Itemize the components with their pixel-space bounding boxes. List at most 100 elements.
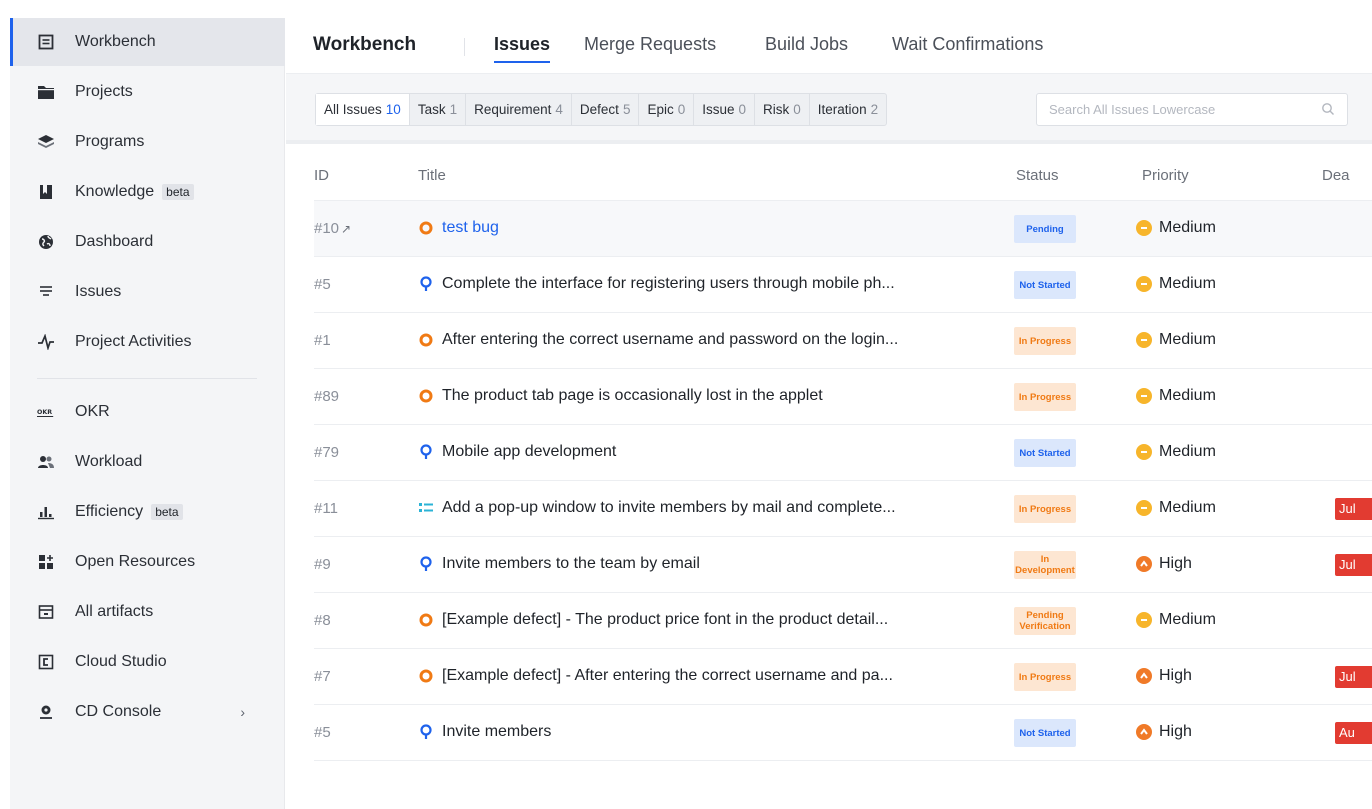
table-row[interactable]: #7 [Example defect] - After entering the…: [314, 649, 1372, 705]
issue-id[interactable]: #7: [314, 668, 331, 685]
filter-epic[interactable]: Epic 0: [639, 94, 695, 125]
status-badge[interactable]: In Progress: [1014, 663, 1076, 691]
tab-wait-confirmations[interactable]: Wait Confirmations: [892, 34, 1043, 55]
issue-title[interactable]: Mobile app development: [418, 443, 978, 461]
priority-medium-icon: [1136, 444, 1152, 460]
filter-requirement[interactable]: Requirement 4: [466, 94, 572, 125]
table-row[interactable]: #79 Mobile app development Not Started M…: [314, 425, 1372, 481]
issue-id[interactable]: #89: [314, 388, 339, 405]
page-title: Workbench: [313, 34, 417, 55]
sidebar-item-label: Issues: [75, 283, 122, 300]
priority[interactable]: Medium: [1136, 331, 1216, 349]
filter-issue[interactable]: Issue 0: [694, 94, 756, 125]
status-badge[interactable]: Pending: [1014, 215, 1076, 243]
deadline-badge[interactable]: Jul: [1335, 498, 1372, 520]
table-row[interactable]: #10 ↗ test bug Pending Medium: [314, 201, 1372, 257]
sidebar-item-open-resources[interactable]: Open Resources: [10, 538, 285, 586]
issue-title[interactable]: [Example defect] - After entering the co…: [418, 667, 978, 685]
tab-issues[interactable]: Issues: [494, 34, 551, 63]
priority[interactable]: Medium: [1136, 387, 1216, 405]
column-header-status[interactable]: Status: [1016, 167, 1059, 184]
issue-title[interactable]: Invite members: [418, 723, 978, 741]
open-link-icon[interactable]: ↗: [341, 222, 351, 236]
table-row[interactable]: #89 The product tab page is occasionally…: [314, 369, 1372, 425]
deadline-badge[interactable]: Jul: [1335, 554, 1372, 576]
sidebar-item-project-activities[interactable]: Project Activities: [10, 318, 285, 366]
defect-icon: [418, 612, 434, 628]
status-badge[interactable]: In Progress: [1014, 495, 1076, 523]
priority[interactable]: Medium: [1136, 219, 1216, 237]
filter-count: 5: [622, 102, 631, 117]
sidebar-item-workbench[interactable]: Workbench: [10, 18, 285, 66]
issue-id[interactable]: #79: [314, 444, 339, 461]
deadline-badge[interactable]: Au: [1335, 722, 1372, 744]
column-header-priority[interactable]: Priority: [1142, 167, 1189, 184]
issue-id[interactable]: #11: [314, 500, 338, 517]
sidebar-item-okr[interactable]: OKR OKR: [10, 388, 285, 436]
issue-title[interactable]: test bug: [418, 219, 978, 237]
status-badge[interactable]: Not Started: [1014, 719, 1076, 747]
filter-defect[interactable]: Defect 5: [572, 94, 640, 125]
sidebar-item-programs[interactable]: Programs: [10, 118, 285, 166]
issue-title[interactable]: The product tab page is occasionally los…: [418, 387, 978, 405]
priority[interactable]: Medium: [1136, 275, 1216, 293]
priority[interactable]: Medium: [1136, 499, 1216, 517]
filter-label: All Issues: [324, 102, 382, 117]
issue-title[interactable]: [Example defect] - The product price fon…: [418, 611, 978, 629]
table-row[interactable]: #1 After entering the correct username a…: [314, 313, 1372, 369]
status-badge[interactable]: Pending Verification: [1014, 607, 1076, 635]
filter-label: Defect: [579, 102, 619, 117]
priority[interactable]: High: [1136, 723, 1192, 741]
tab-merge-requests[interactable]: Merge Requests: [584, 34, 716, 55]
sidebar-item-projects[interactable]: Projects: [10, 68, 285, 116]
sidebar-item-cd-console[interactable]: CD Console ›: [10, 688, 285, 736]
table-row[interactable]: #11 Add a pop-up window to invite member…: [314, 481, 1372, 537]
sidebar-item-efficiency[interactable]: Efficiency beta: [10, 488, 285, 536]
search-icon[interactable]: [1321, 102, 1335, 121]
table-row[interactable]: #5 Complete the interface for registerin…: [314, 257, 1372, 313]
column-header-id[interactable]: ID: [314, 167, 329, 184]
issue-title[interactable]: After entering the correct username and …: [418, 331, 978, 349]
sidebar-item-cloud-studio[interactable]: Cloud Studio: [10, 638, 285, 686]
sidebar-item-all-artifacts[interactable]: All artifacts: [10, 588, 285, 636]
priority[interactable]: Medium: [1136, 443, 1216, 461]
sidebar-item-label: Cloud Studio: [75, 653, 167, 670]
table-row[interactable]: #9 Invite members to the team by email I…: [314, 537, 1372, 593]
column-header-deadline[interactable]: Dea: [1322, 167, 1350, 184]
grid-icon: [37, 553, 55, 571]
issue-id[interactable]: #10 ↗: [314, 220, 351, 237]
priority[interactable]: High: [1136, 555, 1192, 573]
status-badge[interactable]: Not Started: [1014, 439, 1076, 467]
priority-medium-icon: [1136, 276, 1152, 292]
sidebar-item-knowledge[interactable]: Knowledge beta: [10, 168, 285, 216]
table-row[interactable]: #8 [Example defect] - The product price …: [314, 593, 1372, 649]
issue-id[interactable]: #9: [314, 556, 331, 573]
issue-id[interactable]: #1: [314, 332, 331, 349]
sidebar-item-issues[interactable]: Issues: [10, 268, 285, 316]
priority[interactable]: Medium: [1136, 611, 1216, 629]
issue-id[interactable]: #5: [314, 276, 331, 293]
table-row[interactable]: #5 Invite members Not Started High Au: [314, 705, 1372, 761]
sidebar-item-workload[interactable]: Workload: [10, 438, 285, 486]
filter-task[interactable]: Task 1: [410, 94, 467, 125]
status-badge[interactable]: In Progress: [1014, 327, 1076, 355]
issue-title[interactable]: Invite members to the team by email: [418, 555, 978, 573]
issue-id[interactable]: #5: [314, 724, 331, 741]
filter-iteration[interactable]: Iteration 2: [810, 94, 886, 125]
search-input[interactable]: [1037, 94, 1297, 125]
priority-medium-icon: [1136, 388, 1152, 404]
sidebar-item-dashboard[interactable]: Dashboard: [10, 218, 285, 266]
tab-build-jobs[interactable]: Build Jobs: [765, 34, 848, 55]
column-header-title[interactable]: Title: [418, 167, 446, 184]
issue-id[interactable]: #8: [314, 612, 331, 629]
status-badge[interactable]: In Development: [1014, 551, 1076, 579]
priority-medium-icon: [1136, 612, 1152, 628]
issue-title[interactable]: Add a pop-up window to invite members by…: [418, 499, 978, 517]
priority[interactable]: High: [1136, 667, 1192, 685]
status-badge[interactable]: Not Started: [1014, 271, 1076, 299]
status-badge[interactable]: In Progress: [1014, 383, 1076, 411]
issue-title[interactable]: Complete the interface for registering u…: [418, 275, 978, 293]
filter-all-issues[interactable]: All Issues 10: [316, 94, 410, 125]
deadline-badge[interactable]: Jul: [1335, 666, 1372, 688]
filter-risk[interactable]: Risk 0: [755, 94, 810, 125]
